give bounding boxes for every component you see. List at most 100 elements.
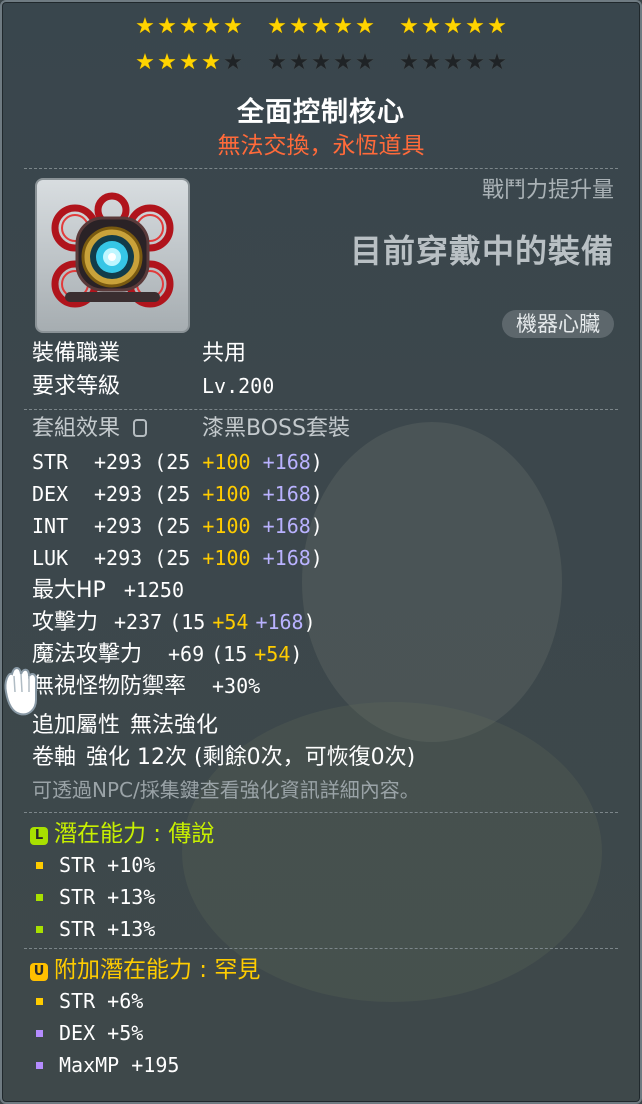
star-filled-icon: ★ <box>311 14 331 39</box>
stat-attack: 攻擊力 +237 (15 +54 +168) <box>32 608 316 637</box>
star-filled-icon: ★ <box>399 14 419 39</box>
stat-ignore-defense: 無視怪物防禦率 +30% <box>32 672 260 701</box>
enhance-hint: 可透過NPC/採集鍵查看強化資訊詳細內容。 <box>32 778 420 802</box>
potential-line: STR +13% <box>36 884 155 910</box>
potential-line-text: STR +10% <box>59 853 156 877</box>
potential-line-text: STR +6% <box>59 989 144 1013</box>
potential-line: STR +13% <box>36 916 155 942</box>
star-empty-icon: ★ <box>487 50 507 75</box>
stat-close: ) <box>310 546 323 570</box>
stat-name: INT <box>32 514 69 538</box>
stat-total: +237 <box>114 610 163 634</box>
potential-line: DEX +5% <box>36 1020 143 1046</box>
scroll-status: 卷軸 強化 12次 (剩餘0次，可恢復0次) <box>32 744 415 772</box>
stat-close: ) <box>310 482 323 506</box>
stat-base: (25 <box>154 450 191 474</box>
set-effect[interactable]: 套組效果 漆黑BOSS套裝 <box>32 415 350 443</box>
level-requirement: 要求等級 Lv.200 <box>32 372 274 401</box>
level-label: 要求等級 <box>32 374 121 399</box>
star-filled-icon: ★ <box>465 14 485 39</box>
currently-equipped-label: 目前穿戴中的裝備 <box>349 232 614 270</box>
job-label: 裝備職業 <box>32 341 121 366</box>
scroll-label: 卷軸 <box>32 745 77 770</box>
star-filled-icon: ★ <box>157 50 177 75</box>
stat-name: 最大HP <box>32 578 106 603</box>
divider <box>24 812 618 813</box>
legendary-potential-icon: L <box>30 827 48 845</box>
stat-magic-attack: 魔法攻擊力 +69 (15 +54) <box>32 640 302 669</box>
glove-cursor-icon <box>4 667 38 716</box>
stat-name: STR <box>32 450 69 474</box>
star-filled-icon: ★ <box>223 14 243 39</box>
stat-value: +1250 <box>123 578 185 602</box>
stat-close: ) <box>310 450 323 474</box>
stat-base: (25 <box>154 546 191 570</box>
stat-bonus: +100 <box>202 450 251 474</box>
potential-line-text: MaxMP +195 <box>59 1053 180 1077</box>
bullet-icon <box>36 926 43 933</box>
stat-name: 無視怪物防禦率 <box>32 674 187 699</box>
star-filled-icon: ★ <box>267 14 287 39</box>
divider <box>24 168 618 169</box>
star-empty-icon: ★ <box>465 50 485 75</box>
stat-total: +293 <box>94 514 143 538</box>
bullet-icon <box>36 1030 43 1037</box>
stat-starforce: +168 <box>262 514 311 538</box>
job-requirement: 裝備職業 共用 <box>32 340 246 368</box>
stat-bonus: +100 <box>202 482 251 506</box>
stat-bonus: +54 <box>254 642 291 666</box>
stat-starforce: +168 <box>255 610 304 634</box>
star-empty-icon: ★ <box>333 50 353 75</box>
flame-label: 追加屬性 <box>32 713 121 738</box>
star-group: ★ ★ ★ ★ ★ <box>135 51 243 75</box>
flame-status: 追加屬性 無法強化 <box>32 712 218 740</box>
potential-line: MaxMP +195 <box>36 1052 179 1078</box>
additional-potential-title: 附加潛在能力 : 罕見 <box>54 957 261 983</box>
star-empty-icon: ★ <box>311 50 331 75</box>
set-effect-label: 套組效果 <box>32 416 121 441</box>
stat-name: DEX <box>32 482 69 506</box>
item-type-badge: 機器心臟 <box>502 310 614 338</box>
star-filled-icon: ★ <box>289 14 309 39</box>
item-tooltip: ★ ★ ★ ★ ★ ★ ★ ★ ★ ★ ★ ★ ★ ★ ★ ★ ★ ★ ★ ★ ★ ★ ★ ★ ★ ★ ★ ★ ★ ★ 全面控制核心 無… <box>0 0 642 1104</box>
additional-potential-header: U 附加潛在能力 : 罕見 <box>30 956 260 984</box>
star-filled-icon: ★ <box>487 14 507 39</box>
unique-potential-icon: U <box>30 963 48 981</box>
star-filled-icon: ★ <box>443 14 463 39</box>
stat-name: LUK <box>32 546 69 570</box>
stat-luk: LUK +293 (25 +100 +168) <box>32 545 323 571</box>
star-empty-icon: ★ <box>223 50 243 75</box>
stat-base: (15 <box>211 642 248 666</box>
bullet-icon <box>36 894 43 901</box>
star-filled-icon: ★ <box>201 50 221 75</box>
level-value: Lv.200 <box>202 374 275 398</box>
star-filled-icon: ★ <box>421 14 441 39</box>
stat-total: +293 <box>94 450 143 474</box>
star-filled-icon: ★ <box>333 14 353 39</box>
star-filled-icon: ★ <box>355 14 375 39</box>
set-effect-value: 漆黑BOSS套裝 <box>202 416 350 441</box>
stat-close: ) <box>303 610 316 634</box>
star-group: ★ ★ ★ ★ ★ <box>399 51 507 75</box>
job-value: 共用 <box>202 341 247 366</box>
stat-total: +69 <box>168 642 205 666</box>
stat-name: 魔法攻擊力 <box>32 642 143 667</box>
bullet-icon <box>36 998 43 1005</box>
potential-line-text: DEX +5% <box>59 1021 144 1045</box>
potential-title: 潛在能力 : 傳說 <box>54 821 215 847</box>
stat-starforce: +168 <box>262 482 311 506</box>
star-force-row-2: ★ ★ ★ ★ ★ ★ ★ ★ ★ ★ ★ ★ ★ ★ ★ <box>2 51 640 75</box>
stat-total: +293 <box>94 546 143 570</box>
star-filled-icon: ★ <box>135 50 155 75</box>
star-group: ★ ★ ★ ★ ★ <box>267 51 375 75</box>
star-filled-icon: ★ <box>135 14 155 39</box>
stat-int: INT +293 (25 +100 +168) <box>32 513 323 539</box>
stat-starforce: +168 <box>262 450 311 474</box>
lock-icon <box>133 419 148 437</box>
stat-close: ) <box>310 514 323 538</box>
bullet-icon <box>36 1062 43 1069</box>
potential-line: STR +6% <box>36 988 143 1014</box>
star-group: ★ ★ ★ ★ ★ <box>135 15 243 39</box>
stat-name: 攻擊力 <box>32 610 99 635</box>
trade-restriction: 無法交換，永恆道具 <box>217 133 425 159</box>
